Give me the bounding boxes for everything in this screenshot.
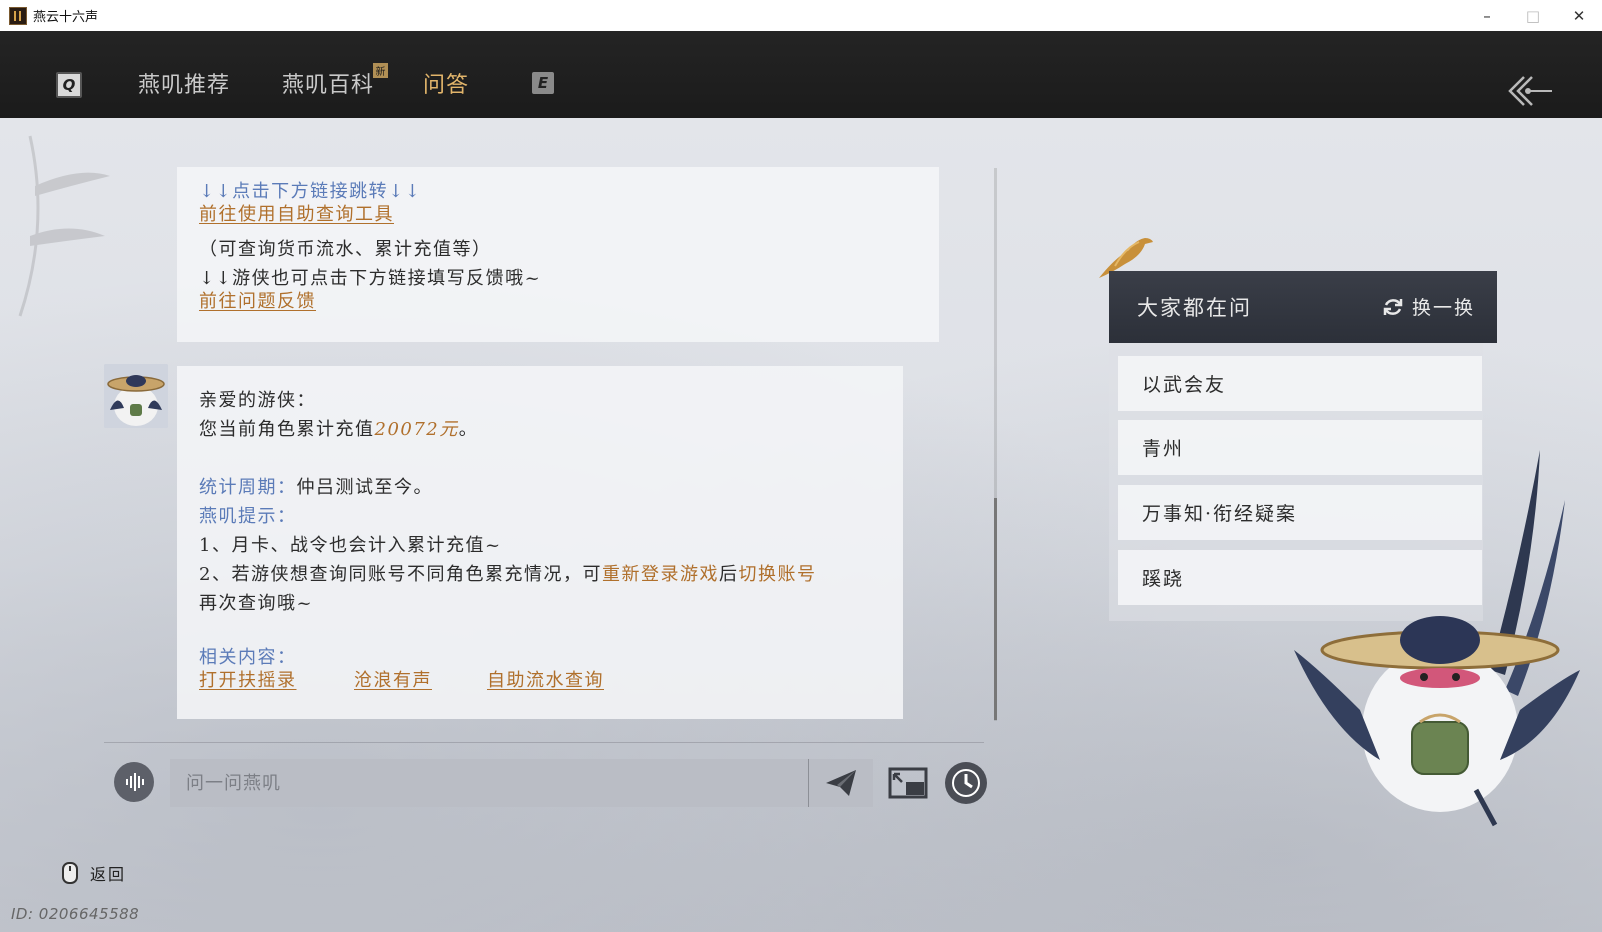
relogin-link[interactable]: 重新登录游戏 [602,564,719,585]
window-titlebar: 燕云十六声 – □ ✕ [0,0,1602,32]
popular-questions-header: 大家都在问 换一换 [1109,271,1497,343]
self-query-link[interactable]: 前往使用自助查询工具 [199,200,394,229]
window-title: 燕云十六声 [33,10,99,25]
related-link-canglang[interactable]: 沧浪有声 [354,666,432,695]
question-input[interactable] [170,760,808,806]
tab-recommend[interactable]: 燕叽推荐 [138,67,230,99]
chat-scrollbar-thumb[interactable] [994,498,997,720]
tip-2-cont: 再次查询哦~ [199,593,314,614]
send-button[interactable] [808,759,873,807]
app-icon [9,6,27,25]
voice-wave-icon [126,773,144,791]
tip-2: 2、若游侠想查询同账号不同角色累充情况，可重新登录游戏后切换账号 [199,564,817,585]
voice-input-button[interactable] [114,762,154,802]
maximize-button[interactable]: □ [1510,0,1556,31]
history-button[interactable] [945,762,987,804]
greeting-text: 亲爱的游侠： [199,390,316,411]
question-input-wrap [170,759,873,807]
paper-plane-icon [826,770,856,796]
chat-message-1: ↓↓点击下方链接跳转↓↓ 前往使用自助查询工具 （可查询货币流水、累计充值等） … [177,167,939,342]
recharge-line: 您当前角色累计充值20072元。 [199,419,479,440]
close-button[interactable]: ✕ [1556,0,1602,31]
tab-qa[interactable]: 问答 [423,67,469,99]
window-controls: – □ ✕ [1464,0,1602,31]
related-link-self-query[interactable]: 自助流水查询 [487,666,604,695]
recharge-amount: 20072元 [374,419,459,440]
switch-account-link[interactable]: 切换账号 [738,564,816,585]
chat-message-2: 亲爱的游侠： 您当前角色累计充值20072元。 统计周期：仲吕测试至今。 燕叽提… [177,366,903,719]
mouse-icon [62,862,78,884]
back-arrow-icon[interactable] [1506,73,1554,109]
refresh-button[interactable]: 换一换 [1382,293,1475,320]
tip-label: 燕叽提示： [199,506,297,527]
minimize-button[interactable]: – [1464,0,1510,31]
bamboo-decoration-icon [18,135,110,317]
prev-tab-key[interactable]: Q [56,72,82,98]
tip-1: 1、月卡、战令也会计入累计充值~ [199,535,502,556]
swallow-mascot-icon [1294,450,1580,827]
picture-in-picture-icon[interactable] [888,766,928,800]
period-line: 统计周期：仲吕测试至今。 [199,477,433,498]
related-link-fuyaolu[interactable]: 打开扶摇录 [199,666,297,695]
assistant-avatar [104,364,168,428]
popular-questions-title: 大家都在问 [1137,296,1252,320]
next-tab-key[interactable]: E [532,72,554,94]
chat-divider [104,742,984,743]
top-nav-bar: Q 燕叽推荐 燕叽百科 新 问答 E [0,31,1602,136]
feedback-link[interactable]: 前往问题反馈 [199,287,316,316]
user-id: ID: 0206645588 [11,905,140,923]
refresh-icon [1383,298,1403,315]
new-badge: 新 [373,63,388,78]
tab-encyclopedia[interactable]: 燕叽百科 [282,67,374,99]
self-query-note: （可查询货币流水、累计充值等） [199,239,492,260]
question-item[interactable]: 以武会友 [1118,356,1482,411]
back-button[interactable]: 返回 [90,861,126,885]
refresh-label: 换一换 [1411,297,1475,319]
bird-avatar-icon [104,364,168,428]
clock-icon [952,769,980,797]
